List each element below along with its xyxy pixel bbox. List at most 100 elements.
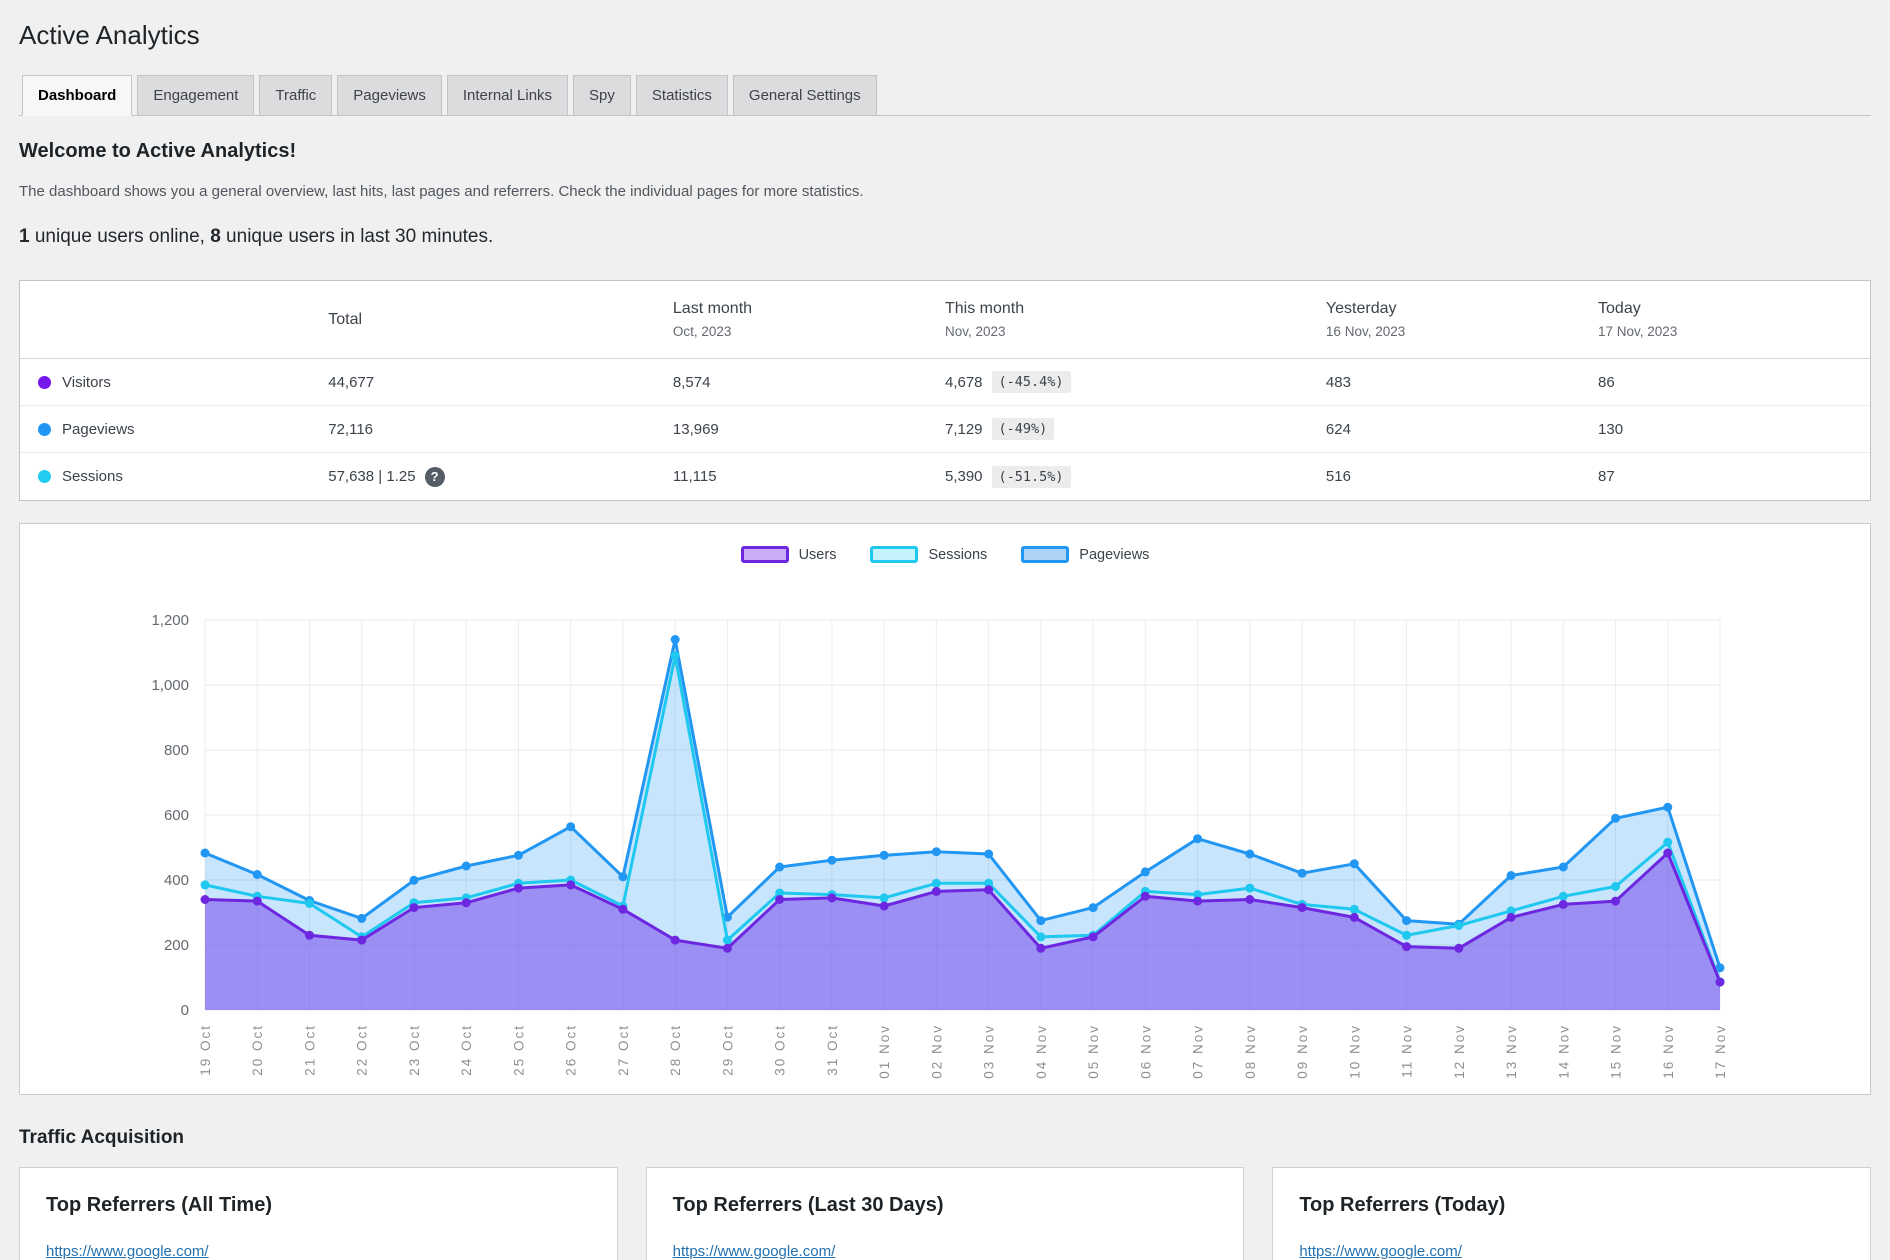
column-label: Yesterday <box>1326 300 1598 318</box>
referrer-link[interactable]: https://www.google.com/ <box>1299 1243 1462 1260</box>
table-row-pageviews: Pageviews72,11613,9697,129(-49%)624130 <box>20 406 1870 453</box>
legend-item-users[interactable]: Users <box>741 546 837 563</box>
metric-name: Visitors <box>62 374 111 391</box>
svg-text:14 Nov: 14 Nov <box>1556 1024 1571 1079</box>
referrer-card-title: Top Referrers (Today) <box>1299 1194 1844 1217</box>
svg-text:06 Nov: 06 Nov <box>1138 1024 1153 1079</box>
total-cell-value: 44,677 <box>328 374 374 391</box>
this-month-cell: 7,129(-49%) <box>945 418 1326 440</box>
stats-column-yesterday: Yesterday 16 Nov, 2023 <box>1326 281 1598 358</box>
svg-text:13 Nov: 13 Nov <box>1504 1024 1519 1079</box>
total-cell: 44,677 <box>328 374 673 391</box>
sessions-color-dot-icon <box>38 470 51 483</box>
yesterday-cell-value: 483 <box>1326 374 1351 391</box>
column-sublabel: Nov, 2023 <box>945 324 1326 339</box>
welcome-heading: Welcome to Active Analytics! <box>19 140 1871 163</box>
metric-name: Pageviews <box>62 421 135 438</box>
column-label: This month <box>945 300 1326 318</box>
referrer-card-top-referrers-all-time: Top Referrers (All Time) https://www.goog… <box>19 1167 618 1260</box>
recent-count: 8 <box>210 226 221 247</box>
svg-text:03 Nov: 03 Nov <box>982 1024 997 1079</box>
tab-engagement[interactable]: Engagement <box>137 75 254 116</box>
table-row-sessions: Sessions57,638 | 1.25?11,1155,390(-51.5%… <box>20 453 1870 500</box>
column-sublabel: 17 Nov, 2023 <box>1598 324 1852 339</box>
svg-text:24 Oct: 24 Oct <box>459 1024 474 1076</box>
today-cell: 86 <box>1598 374 1852 391</box>
recent-text: unique users in last 30 minutes. <box>221 226 494 247</box>
svg-text:25 Oct: 25 Oct <box>511 1024 526 1076</box>
column-label: Last month <box>673 300 945 318</box>
svg-text:21 Oct: 21 Oct <box>302 1024 317 1076</box>
online-count: 1 <box>19 226 30 247</box>
svg-text:200: 200 <box>164 937 189 954</box>
stats-column-total: Total <box>328 281 673 358</box>
column-sublabel: Oct, 2023 <box>673 324 945 339</box>
last-month-cell: 8,574 <box>673 374 945 391</box>
legend-item-pageviews[interactable]: Pageviews <box>1021 546 1149 563</box>
legend-item-sessions[interactable]: Sessions <box>870 546 987 563</box>
pageviews-swatch-icon <box>1021 546 1069 563</box>
referrer-card-top-referrers-last-30-days: Top Referrers (Last 30 Days) https://www.… <box>646 1167 1245 1260</box>
tab-traffic[interactable]: Traffic <box>259 75 332 116</box>
svg-text:28 Oct: 28 Oct <box>668 1024 683 1076</box>
today-cell-value: 87 <box>1598 468 1615 485</box>
referrer-card-title: Top Referrers (All Time) <box>46 1194 591 1217</box>
help-icon[interactable]: ? <box>425 467 445 487</box>
welcome-description: The dashboard shows you a general overvi… <box>19 183 1871 200</box>
svg-text:19 Oct: 19 Oct <box>198 1024 213 1076</box>
pageviews-color-dot-icon <box>38 423 51 436</box>
column-label: Today <box>1598 300 1852 318</box>
referrer-link[interactable]: https://www.google.com/ <box>46 1243 209 1260</box>
tab-spy[interactable]: Spy <box>573 75 631 116</box>
tab-bar: DashboardEngagementTrafficPageviewsInter… <box>19 75 1871 116</box>
svg-text:800: 800 <box>164 742 189 759</box>
referrer-link[interactable]: https://www.google.com/ <box>673 1243 836 1260</box>
svg-text:16 Nov: 16 Nov <box>1661 1024 1676 1079</box>
svg-text:27 Oct: 27 Oct <box>616 1024 631 1076</box>
tab-general-settings[interactable]: General Settings <box>733 75 877 116</box>
column-sublabel: 16 Nov, 2023 <box>1326 324 1598 339</box>
metric-label: Pageviews <box>38 421 328 438</box>
tab-internal-links[interactable]: Internal Links <box>447 75 568 116</box>
svg-text:23 Oct: 23 Oct <box>407 1024 422 1076</box>
svg-text:12 Nov: 12 Nov <box>1452 1024 1467 1079</box>
referrer-card-title: Top Referrers (Last 30 Days) <box>673 1194 1218 1217</box>
svg-text:17 Nov: 17 Nov <box>1713 1024 1728 1079</box>
users-swatch-icon <box>741 546 789 563</box>
svg-text:09 Nov: 09 Nov <box>1295 1024 1310 1079</box>
svg-text:22 Oct: 22 Oct <box>355 1024 370 1076</box>
this-month-cell: 5,390(-51.5%) <box>945 466 1326 488</box>
traffic-chart-card: UsersSessionsPageviews 02004006008001,00… <box>19 523 1871 1095</box>
stats-summary-table: TotalLast month Oct, 2023This month Nov, 2… <box>19 280 1871 501</box>
yesterday-cell-value: 624 <box>1326 421 1351 438</box>
metric-label: Sessions <box>38 468 328 485</box>
total-cell-value: 57,638 | 1.25 <box>328 468 415 485</box>
svg-text:01 Nov: 01 Nov <box>877 1024 892 1079</box>
referrer-cards-row: Top Referrers (All Time) https://www.goog… <box>19 1167 1871 1260</box>
svg-text:600: 600 <box>164 807 189 824</box>
svg-text:1,000: 1,000 <box>151 677 189 694</box>
traffic-chart-svg[interactable]: 02004006008001,0001,20019 Oct20 Oct21 Oc… <box>20 565 1868 1090</box>
tab-statistics[interactable]: Statistics <box>636 75 728 116</box>
today-cell-value: 86 <box>1598 374 1615 391</box>
legend-label: Users <box>799 547 837 563</box>
yesterday-cell: 624 <box>1326 421 1598 438</box>
percent-change-badge: (-45.4%) <box>992 371 1071 393</box>
metric-label: Visitors <box>38 374 328 391</box>
referrer-card-top-referrers-today: Top Referrers (Today) https://www.google.… <box>1272 1167 1871 1260</box>
svg-text:04 Nov: 04 Nov <box>1034 1024 1049 1079</box>
svg-text:10 Nov: 10 Nov <box>1347 1024 1362 1079</box>
this-month-cell-value: 7,129 <box>945 421 983 438</box>
svg-text:400: 400 <box>164 872 189 889</box>
page-title: Active Analytics <box>19 0 1871 51</box>
tab-pageviews[interactable]: Pageviews <box>337 75 442 116</box>
traffic-acquisition-heading: Traffic Acquisition <box>19 1127 1871 1149</box>
stats-table-body: Visitors44,6778,5744,678(-45.4%)48386Pag… <box>20 359 1870 500</box>
yesterday-cell: 516 <box>1326 468 1598 485</box>
stats-column-today: Today 17 Nov, 2023 <box>1598 281 1852 358</box>
sessions-swatch-icon <box>870 546 918 563</box>
visitors-color-dot-icon <box>38 376 51 389</box>
total-cell: 72,116 <box>328 421 673 438</box>
total-cell-value: 72,116 <box>328 421 373 438</box>
tab-dashboard[interactable]: Dashboard <box>22 75 132 116</box>
